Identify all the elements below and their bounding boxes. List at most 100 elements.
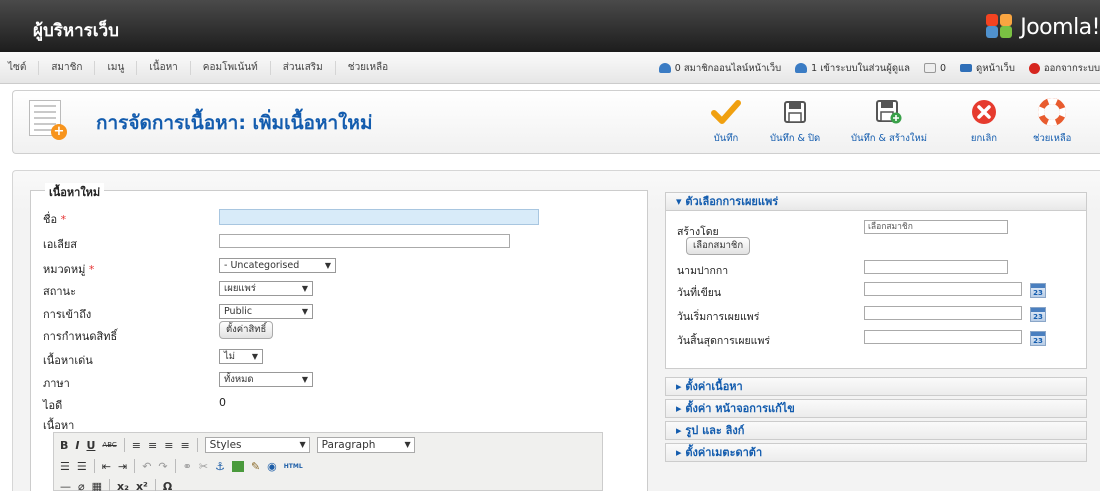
numbered-list-icon[interactable]: ☰ [77, 460, 87, 473]
messages-status[interactable]: 0 [923, 63, 946, 74]
calendar-icon[interactable]: 23 [1030, 331, 1046, 346]
id-value: 0 [219, 396, 226, 409]
toolbar-box: + การจัดการเนื้อหา: เพิ่มเนื้อหาใหม่ บัน… [12, 90, 1100, 154]
cancel-button[interactable]: ยกเลิก [970, 97, 998, 146]
publishing-options-title: ตัวเลือกการเผยแพร่ [685, 195, 779, 208]
paragraph-select[interactable]: Paragraph ▼ [316, 437, 415, 453]
mail-icon [923, 63, 936, 73]
admin-header: ผู้บริหารเว็บ Joomla! [0, 0, 1100, 52]
title-input[interactable] [219, 209, 539, 225]
dropdown-arrow-icon: ▼ [404, 440, 411, 449]
monitor-icon [960, 64, 973, 72]
subscript-button[interactable]: x₂ [117, 480, 129, 491]
table-icon[interactable]: ▦ [92, 480, 102, 491]
cancel-label: ยกเลิก [970, 133, 998, 144]
access-select[interactable]: Public ▼ [219, 304, 313, 319]
admins-text: 1 เข้าระบบในส่วนผู้ดูแล [811, 62, 910, 74]
logout-icon [1028, 62, 1040, 74]
category-select[interactable]: - Uncategorised ▼ [219, 258, 336, 273]
undo-icon[interactable]: ↶ [142, 460, 151, 473]
section-editor-config[interactable]: ▸ ตั้งค่า หน้าจอการแก้ไข [665, 399, 1087, 418]
superscript-button[interactable]: x² [136, 480, 148, 491]
menu-users[interactable]: สมาชิก [39, 61, 96, 75]
collapse-arrow-icon: ▸ [676, 424, 682, 437]
unlink-icon[interactable]: ✂ [199, 460, 208, 473]
horizontal-rule-icon[interactable]: — [60, 480, 71, 491]
help-button[interactable]: ช่วยเหลือ [1033, 97, 1071, 146]
calendar-icon[interactable]: 23 [1030, 307, 1046, 322]
strikethrough-button[interactable]: ABC [102, 441, 116, 449]
save-new-button[interactable]: บันทึก & สร้างใหม่ [851, 97, 927, 146]
admin-title: ผู้บริหารเว็บ [33, 21, 119, 41]
menu-menus[interactable]: เมนู [95, 61, 138, 75]
dropdown-arrow-icon: ▼ [301, 307, 308, 316]
calendar-icon[interactable]: 23 [1030, 283, 1046, 298]
publish-up-input[interactable] [864, 306, 1022, 320]
align-left-icon[interactable]: ≡ [132, 439, 141, 452]
permissions-button[interactable]: ตั้งค่าสิทธิ์ [219, 321, 274, 339]
joomla-logo-icon [986, 14, 1016, 40]
dropdown-arrow-icon: ▼ [324, 261, 331, 270]
help-label: ช่วยเหลือ [1033, 133, 1072, 144]
created-date-input[interactable] [864, 282, 1022, 296]
html-button[interactable]: HTML [284, 463, 303, 470]
view-site-link[interactable]: ดูหน้าเว็บ [960, 61, 1015, 76]
align-justify-icon[interactable]: ≡ [180, 439, 189, 452]
dropdown-arrow-icon: ▼ [251, 352, 258, 361]
bold-button[interactable]: B [60, 439, 68, 452]
lifebuoy-icon [1038, 98, 1067, 126]
save-new-label: บันทึก & สร้างใหม่ [851, 133, 928, 144]
remove-format-icon[interactable]: ⌀ [78, 480, 85, 491]
save-close-label: บันทึก & ปิด [770, 133, 821, 144]
special-char-button[interactable]: Ω [163, 480, 172, 491]
save-close-button[interactable]: บันทึก & ปิด [770, 97, 820, 146]
bullet-list-icon[interactable]: ☰ [60, 460, 70, 473]
menu-help[interactable]: ช่วยเหลือ [336, 61, 400, 75]
publishing-options-header[interactable]: ▾ ตัวเลือกการเผยแพร่ [665, 192, 1087, 211]
save-button[interactable]: บันทึก [711, 97, 741, 146]
expand-arrow-icon: ▾ [676, 195, 682, 208]
styles-select[interactable]: Styles ▼ [204, 437, 310, 453]
help-circle-icon[interactable]: ◉ [267, 460, 277, 473]
menu-components[interactable]: คอมโพเน้นท์ [191, 61, 271, 75]
created-by-alias-input[interactable] [864, 260, 1008, 274]
outdent-icon[interactable]: ⇤ [102, 460, 111, 473]
image-icon[interactable] [231, 460, 244, 472]
section-metadata[interactable]: ▸ ตั้งค่าเมตะดาต้า [665, 443, 1087, 462]
main-menu: ไซต์ สมาชิก เมนู เนื้อหา คอมโพเน้นท์ ส่ว… [0, 52, 400, 84]
link-icon[interactable]: ⚭ [183, 460, 192, 473]
underline-button[interactable]: U [86, 439, 95, 452]
featured-select[interactable]: ไม่ ▼ [219, 349, 263, 364]
floppy-icon [784, 101, 807, 123]
joomla-logo: Joomla! [986, 14, 1100, 40]
cleanup-icon[interactable]: ✎ [251, 460, 260, 473]
online-members-status: 0 สมาชิกออนไลน์หน้าเว็บ [658, 61, 781, 76]
align-right-icon[interactable]: ≡ [164, 439, 173, 452]
redo-icon[interactable]: ↷ [158, 460, 167, 473]
access-label: การเข้าถึง [43, 308, 92, 321]
italic-button[interactable]: I [75, 439, 79, 452]
section-images-links[interactable]: ▸ รูป และ ลิงก์ [665, 421, 1087, 440]
language-label: ภาษา [43, 377, 70, 390]
alias-input[interactable] [219, 234, 510, 248]
align-center-icon[interactable]: ≡ [148, 439, 157, 452]
indent-icon[interactable]: ⇥ [118, 460, 127, 473]
menu-extensions[interactable]: ส่วนเสริม [271, 61, 336, 75]
anchor-icon[interactable]: ⚓ [215, 460, 225, 473]
select-user-button[interactable]: เลือกสมาชิก [686, 237, 751, 255]
article-add-icon: + [29, 100, 67, 140]
joomla-wordmark: Joomla! [1020, 14, 1100, 40]
created-date-label: วันที่เขียน [677, 287, 722, 299]
publish-down-label: วันสิ้นสุดการเผยแพร่ [677, 335, 771, 347]
language-select[interactable]: ทั้งหมด ▼ [219, 372, 313, 387]
menu-content[interactable]: เนื้อหา [137, 61, 191, 75]
publish-down-input[interactable] [864, 330, 1022, 344]
state-select[interactable]: เผยแพร่ ▼ [219, 281, 313, 296]
editor-toolbar-row-1: B I U ABC ≡ ≡ ≡ ≡ Styles ▼ Paragraph ▼ [60, 437, 415, 453]
page-title: การจัดการเนื้อหา: เพิ่มเนื้อหาใหม่ [96, 112, 373, 134]
created-by-input[interactable]: เลือกสมาชิก [864, 220, 1008, 234]
section-article-options[interactable]: ▸ ตั้งค่าเนื้อหา [665, 377, 1087, 396]
logout-link[interactable]: ออกจากระบบ [1028, 61, 1100, 76]
menu-site[interactable]: ไซต์ [0, 61, 40, 75]
view-site-text: ดูหน้าเว็บ [976, 62, 1015, 74]
